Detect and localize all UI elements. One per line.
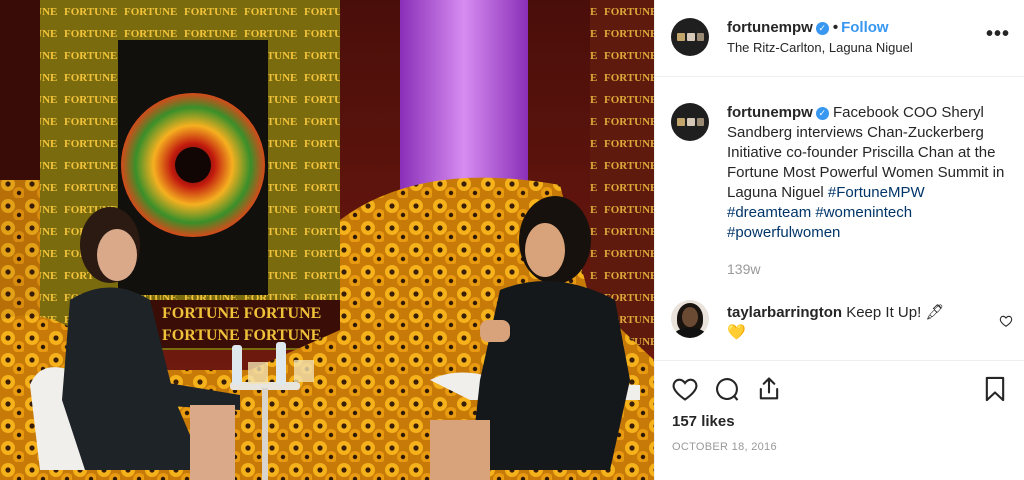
comments-section: fortunempw ✓ Facebook COO Sheryl Sandberg… <box>655 78 1024 360</box>
verified-badge-icon: ✓ <box>815 22 829 35</box>
follow-button[interactable]: Follow <box>841 19 889 36</box>
post-header: fortunempw ✓ • Follow The Ritz-Carlton, Lag… <box>655 0 1024 77</box>
comment-username[interactable]: taylarbarrington <box>727 304 842 321</box>
caption-text: fortunempw ✓ Facebook COO Sheryl Sandberg… <box>727 103 1012 243</box>
like-comment-heart-icon[interactable] <box>999 314 1013 328</box>
like-heart-icon[interactable] <box>671 375 699 403</box>
location-link[interactable]: The Ritz-Carlton, Laguna Niguel <box>727 40 913 55</box>
caption-username[interactable]: fortunempw <box>727 104 813 121</box>
svg-text:FORTUNE FORTUNE: FORTUNE FORTUNE <box>162 327 321 344</box>
post-photo[interactable]: FORTUNE FORTUNE FORTUNE FORTUNE FORTUNE … <box>0 0 654 480</box>
comment-emoji: 💛 <box>727 324 746 341</box>
comment-text: taylarbarrington Keep It Up! 🖋 💛 <box>727 303 967 343</box>
instagram-post: FORTUNE FORTUNE FORTUNE FORTUNE FORTUNE … <box>0 0 1024 480</box>
separator: • <box>832 19 839 36</box>
post-sidebar: fortunempw ✓ • Follow The Ritz-Carlton, Lag… <box>654 0 1024 480</box>
caption-timestamp[interactable]: 139w <box>727 261 760 277</box>
save-bookmark-icon[interactable] <box>981 375 1009 403</box>
more-options-icon[interactable]: ••• <box>986 23 1010 46</box>
avatar[interactable] <box>671 300 709 338</box>
avatar[interactable] <box>671 18 709 56</box>
share-icon[interactable] <box>755 375 783 403</box>
comment-bubble-icon[interactable] <box>713 375 741 403</box>
header-username[interactable]: fortunempw <box>727 19 813 36</box>
svg-text:FORTUNE FORTUNE: FORTUNE FORTUNE <box>162 305 321 322</box>
comment-body: Keep It Up! 🖋 <box>846 304 945 321</box>
avatar[interactable] <box>671 103 709 141</box>
header-username-row: fortunempw ✓ • Follow <box>727 19 889 36</box>
likes-count[interactable]: 157 likes <box>672 413 735 430</box>
post-date[interactable]: OCTOBER 18, 2016 <box>672 441 777 453</box>
verified-badge-icon: ✓ <box>815 107 829 120</box>
event-stage-image: FORTUNE FORTUNE FORTUNE FORTUNE FORTUNE … <box>0 0 654 480</box>
post-actions: 157 likes OCTOBER 18, 2016 <box>655 360 1024 480</box>
